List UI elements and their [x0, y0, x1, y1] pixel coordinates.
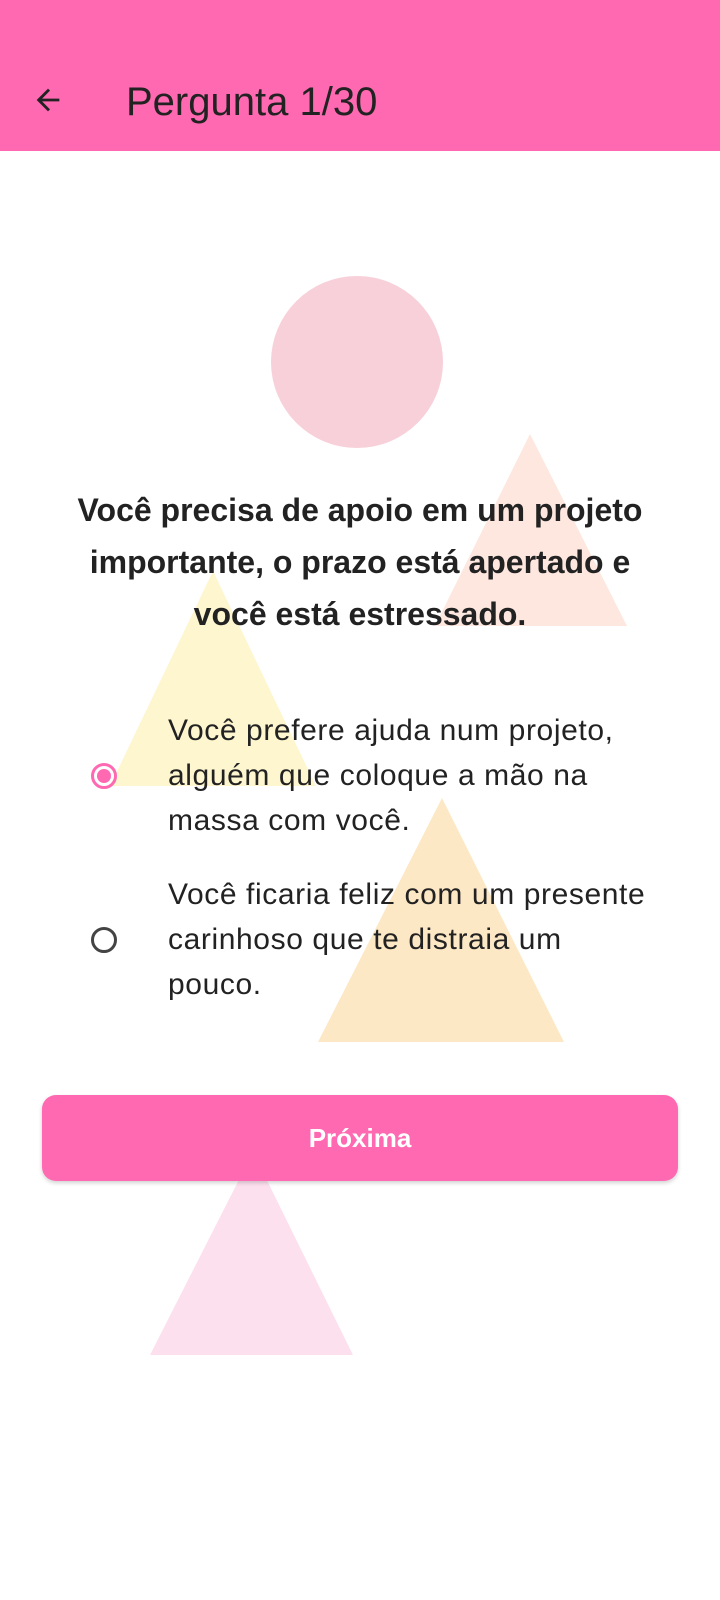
answer-option-label: Você ficaria feliz com um presente carin… [168, 878, 646, 1001]
quiz-content: Você precisa de apoio em um projeto impo… [0, 0, 720, 1600]
question-text: Você precisa de apoio em um projeto impo… [77, 492, 643, 632]
radio-checked-icon [91, 762, 117, 789]
radio-unchecked-icon [91, 926, 117, 953]
radio-button-unselected[interactable] [80, 916, 128, 964]
next-button[interactable]: Próxima [42, 1095, 678, 1181]
radio-button-selected[interactable] [80, 752, 128, 800]
answer-option-2[interactable]: Você ficaria feliz com um presente carin… [80, 872, 660, 1007]
answer-option-1[interactable]: Você prefere ajuda num projeto, alguém q… [80, 708, 660, 843]
answer-option-label: Você prefere ajuda num projeto, alguém q… [168, 714, 614, 837]
